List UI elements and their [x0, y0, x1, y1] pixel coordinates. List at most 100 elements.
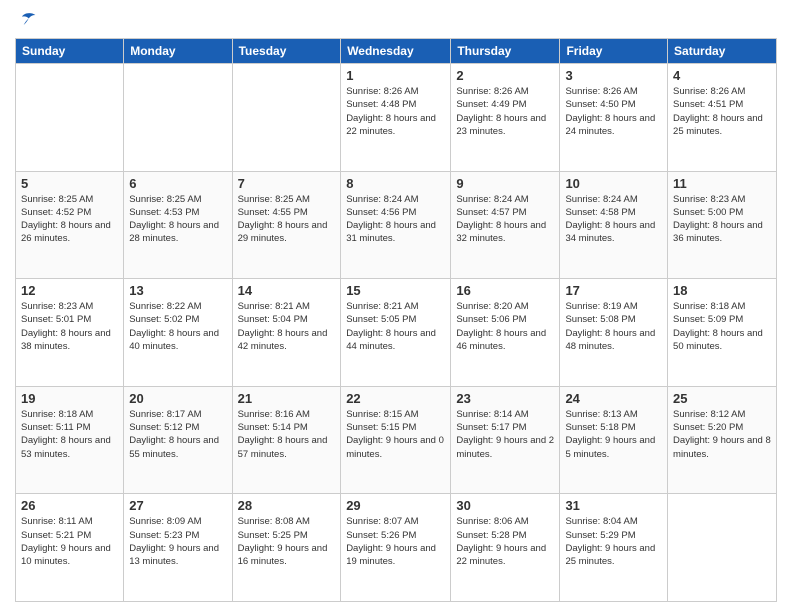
day-number: 24	[565, 391, 662, 406]
day-number: 5	[21, 176, 118, 191]
calendar-cell: 8 Sunrise: 8:24 AM Sunset: 4:56 PM Daylig…	[341, 171, 451, 279]
logo-bird-icon	[17, 10, 37, 30]
calendar-cell: 22Sunrise: 8:15 AM Sunset: 5:15 PM Dayli…	[341, 386, 451, 494]
day-info: Sunrise: 8:21 AM Sunset: 5:05 PM Dayligh…	[346, 300, 445, 353]
calendar-cell: 14 Sunrise: 8:21 AM Sunset: 5:04 PM Dayli…	[232, 279, 341, 387]
day-info: Sunrise: 8:23 AM Sunset: 5:01 PM Dayligh…	[21, 300, 118, 353]
calendar-cell: 30 Sunrise: 8:06 AM Sunset: 5:28 PM Dayli…	[451, 494, 560, 602]
day-number: 19	[21, 391, 118, 406]
day-number: 31	[565, 498, 662, 513]
weekday-header-monday: Monday	[124, 39, 232, 64]
weekday-header-wednesday: Wednesday	[341, 39, 451, 64]
day-info: Sunrise: 8:13 AM Sunset: 5:18 PM Dayligh…	[565, 408, 662, 461]
calendar-cell: 19 Sunrise: 8:18 AM Sunset: 5:11 PM Dayli…	[16, 386, 124, 494]
calendar-cell: 24 Sunrise: 8:13 AM Sunset: 5:18 PM Dayli…	[560, 386, 668, 494]
day-info: Sunrise: 8:11 AM Sunset: 5:21 PM Dayligh…	[21, 515, 118, 568]
week-row-2: 5 Sunrise: 8:25 AM Sunset: 4:52 PM Daylig…	[16, 171, 777, 279]
calendar-cell	[124, 64, 232, 172]
calendar-cell: 28 Sunrise: 8:08 AM Sunset: 5:25 PM Dayli…	[232, 494, 341, 602]
weekday-header-friday: Friday	[560, 39, 668, 64]
calendar-cell: 23Sunrise: 8:14 AM Sunset: 5:17 PM Dayli…	[451, 386, 560, 494]
calendar-cell: 3 Sunrise: 8:26 AM Sunset: 4:50 PM Daylig…	[560, 64, 668, 172]
calendar-cell: 15 Sunrise: 8:21 AM Sunset: 5:05 PM Dayli…	[341, 279, 451, 387]
weekday-header-sunday: Sunday	[16, 39, 124, 64]
calendar-cell: 13 Sunrise: 8:22 AM Sunset: 5:02 PM Dayli…	[124, 279, 232, 387]
day-info: Sunrise: 8:26 AM Sunset: 4:49 PM Dayligh…	[456, 85, 554, 138]
day-info: Sunrise: 8:26 AM Sunset: 4:50 PM Dayligh…	[565, 85, 662, 138]
calendar-cell: 17 Sunrise: 8:19 AM Sunset: 5:08 PM Dayli…	[560, 279, 668, 387]
weekday-header-tuesday: Tuesday	[232, 39, 341, 64]
calendar-cell: 16 Sunrise: 8:20 AM Sunset: 5:06 PM Dayli…	[451, 279, 560, 387]
day-number: 30	[456, 498, 554, 513]
day-info: Sunrise: 8:06 AM Sunset: 5:28 PM Dayligh…	[456, 515, 554, 568]
day-number: 1	[346, 68, 445, 83]
day-number: 11	[673, 176, 771, 191]
day-info: Sunrise: 8:25 AM Sunset: 4:55 PM Dayligh…	[238, 193, 336, 246]
day-number: 20	[129, 391, 226, 406]
calendar-cell: 25 Sunrise: 8:12 AM Sunset: 5:20 PM Dayli…	[668, 386, 777, 494]
calendar-cell: 2 Sunrise: 8:26 AM Sunset: 4:49 PM Daylig…	[451, 64, 560, 172]
logo	[15, 10, 37, 30]
day-info: Sunrise: 8:04 AM Sunset: 5:29 PM Dayligh…	[565, 515, 662, 568]
calendar-cell: 27Sunrise: 8:09 AM Sunset: 5:23 PM Dayli…	[124, 494, 232, 602]
day-info: Sunrise: 8:17 AM Sunset: 5:12 PM Dayligh…	[129, 408, 226, 461]
day-info: Sunrise: 8:25 AM Sunset: 4:53 PM Dayligh…	[129, 193, 226, 246]
calendar-cell: 26 Sunrise: 8:11 AM Sunset: 5:21 PM Dayli…	[16, 494, 124, 602]
day-number: 10	[565, 176, 662, 191]
day-number: 17	[565, 283, 662, 298]
day-number: 13	[129, 283, 226, 298]
day-info: Sunrise: 8:18 AM Sunset: 5:09 PM Dayligh…	[673, 300, 771, 353]
calendar-cell: 21Sunrise: 8:16 AM Sunset: 5:14 PM Dayli…	[232, 386, 341, 494]
day-number: 14	[238, 283, 336, 298]
week-row-3: 12Sunrise: 8:23 AM Sunset: 5:01 PM Dayli…	[16, 279, 777, 387]
calendar-cell	[232, 64, 341, 172]
calendar-cell: 6 Sunrise: 8:25 AM Sunset: 4:53 PM Daylig…	[124, 171, 232, 279]
calendar-cell: 9Sunrise: 8:24 AM Sunset: 4:57 PM Daylig…	[451, 171, 560, 279]
calendar-cell: 31 Sunrise: 8:04 AM Sunset: 5:29 PM Dayli…	[560, 494, 668, 602]
calendar-cell: 1Sunrise: 8:26 AM Sunset: 4:48 PM Daylig…	[341, 64, 451, 172]
calendar-cell: 7Sunrise: 8:25 AM Sunset: 4:55 PM Daylig…	[232, 171, 341, 279]
day-info: Sunrise: 8:24 AM Sunset: 4:57 PM Dayligh…	[456, 193, 554, 246]
day-number: 21	[238, 391, 336, 406]
day-number: 8	[346, 176, 445, 191]
day-info: Sunrise: 8:12 AM Sunset: 5:20 PM Dayligh…	[673, 408, 771, 461]
day-info: Sunrise: 8:22 AM Sunset: 5:02 PM Dayligh…	[129, 300, 226, 353]
day-number: 2	[456, 68, 554, 83]
calendar-cell: 11 Sunrise: 8:23 AM Sunset: 5:00 PM Dayli…	[668, 171, 777, 279]
day-info: Sunrise: 8:23 AM Sunset: 5:00 PM Dayligh…	[673, 193, 771, 246]
day-info: Sunrise: 8:08 AM Sunset: 5:25 PM Dayligh…	[238, 515, 336, 568]
day-info: Sunrise: 8:07 AM Sunset: 5:26 PM Dayligh…	[346, 515, 445, 568]
day-info: Sunrise: 8:24 AM Sunset: 4:58 PM Dayligh…	[565, 193, 662, 246]
calendar-table: SundayMondayTuesdayWednesdayThursdayFrid…	[15, 38, 777, 602]
day-info: Sunrise: 8:19 AM Sunset: 5:08 PM Dayligh…	[565, 300, 662, 353]
week-row-4: 19 Sunrise: 8:18 AM Sunset: 5:11 PM Dayli…	[16, 386, 777, 494]
day-info: Sunrise: 8:24 AM Sunset: 4:56 PM Dayligh…	[346, 193, 445, 246]
day-number: 16	[456, 283, 554, 298]
day-number: 15	[346, 283, 445, 298]
calendar-cell: 5 Sunrise: 8:25 AM Sunset: 4:52 PM Daylig…	[16, 171, 124, 279]
calendar-cell: 4 Sunrise: 8:26 AM Sunset: 4:51 PM Daylig…	[668, 64, 777, 172]
calendar: SundayMondayTuesdayWednesdayThursdayFrid…	[15, 38, 777, 602]
day-number: 28	[238, 498, 336, 513]
calendar-cell: 29Sunrise: 8:07 AM Sunset: 5:26 PM Dayli…	[341, 494, 451, 602]
day-number: 6	[129, 176, 226, 191]
day-info: Sunrise: 8:21 AM Sunset: 5:04 PM Dayligh…	[238, 300, 336, 353]
page: SundayMondayTuesdayWednesdayThursdayFrid…	[0, 0, 792, 612]
day-info: Sunrise: 8:18 AM Sunset: 5:11 PM Dayligh…	[21, 408, 118, 461]
day-info: Sunrise: 8:26 AM Sunset: 4:51 PM Dayligh…	[673, 85, 771, 138]
day-info: Sunrise: 8:20 AM Sunset: 5:06 PM Dayligh…	[456, 300, 554, 353]
header	[15, 10, 777, 30]
day-number: 25	[673, 391, 771, 406]
day-number: 4	[673, 68, 771, 83]
calendar-cell	[668, 494, 777, 602]
day-info: Sunrise: 8:15 AM Sunset: 5:15 PM Dayligh…	[346, 408, 445, 461]
day-info: Sunrise: 8:14 AM Sunset: 5:17 PM Dayligh…	[456, 408, 554, 461]
weekday-header-row: SundayMondayTuesdayWednesdayThursdayFrid…	[16, 39, 777, 64]
day-info: Sunrise: 8:25 AM Sunset: 4:52 PM Dayligh…	[21, 193, 118, 246]
week-row-5: 26 Sunrise: 8:11 AM Sunset: 5:21 PM Dayli…	[16, 494, 777, 602]
day-number: 26	[21, 498, 118, 513]
day-number: 18	[673, 283, 771, 298]
day-number: 3	[565, 68, 662, 83]
day-number: 27	[129, 498, 226, 513]
calendar-cell: 12Sunrise: 8:23 AM Sunset: 5:01 PM Dayli…	[16, 279, 124, 387]
